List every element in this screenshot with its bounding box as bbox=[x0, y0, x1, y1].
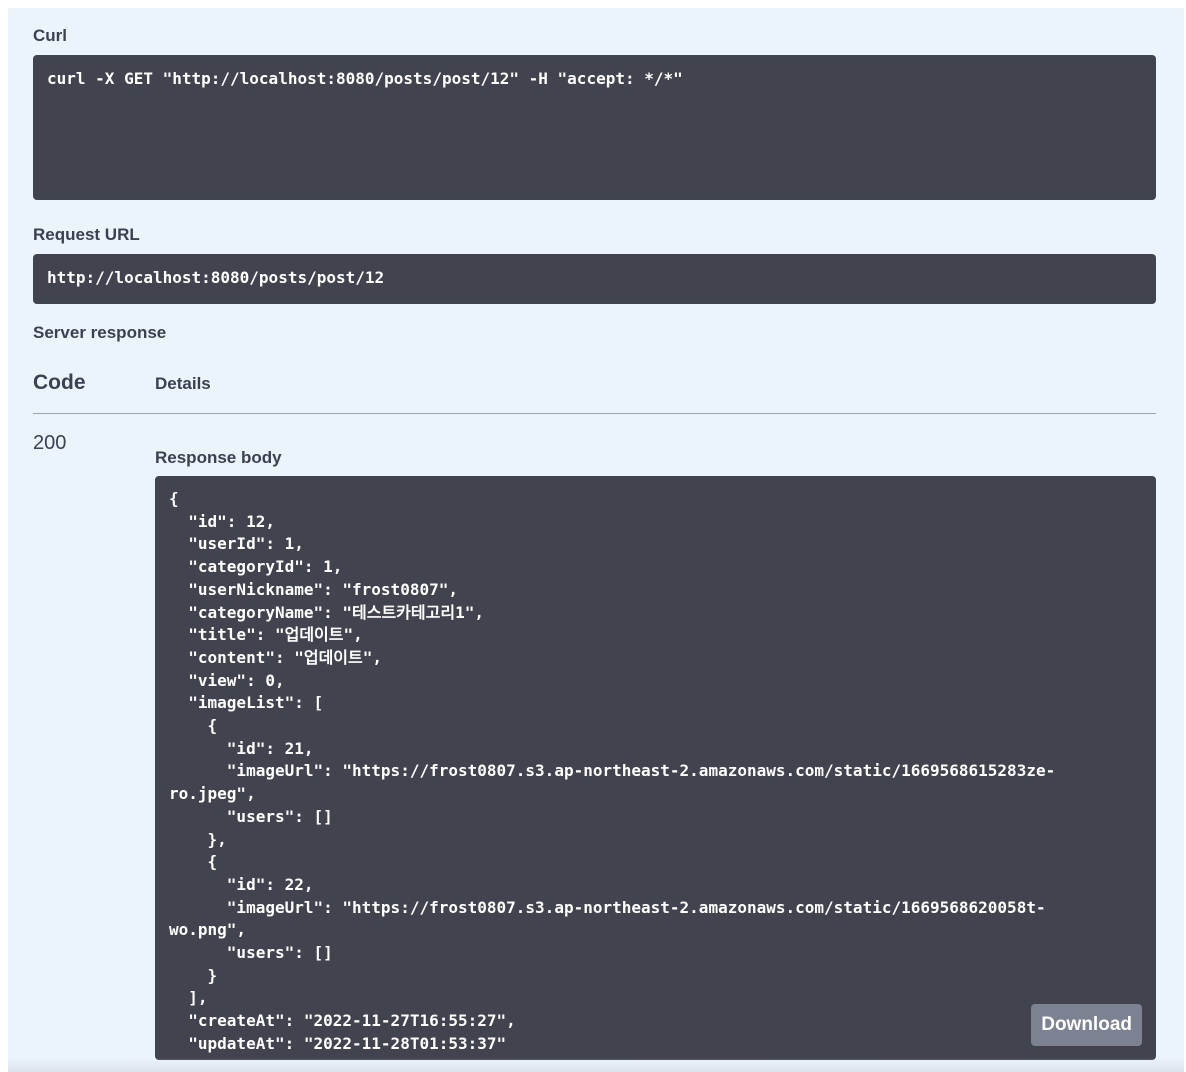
code-column-header: Code bbox=[33, 371, 86, 394]
scroll-shadow bbox=[8, 1058, 1184, 1072]
responses-panel: Curl curl -X GET "http://localhost:8080/… bbox=[8, 8, 1184, 1072]
status-code: 200 bbox=[33, 432, 67, 454]
details-column-header: Details bbox=[155, 374, 211, 393]
request-url-label: Request URL bbox=[33, 225, 140, 244]
response-body-label: Response body bbox=[155, 448, 282, 467]
curl-command-box[interactable]: curl -X GET "http://localhost:8080/posts… bbox=[33, 55, 1156, 200]
curl-label: Curl bbox=[33, 26, 67, 45]
response-body-box[interactable]: { "id": 12, "userId": 1, "categoryId": 1… bbox=[155, 476, 1156, 1060]
download-button[interactable]: Download bbox=[1031, 1004, 1142, 1046]
response-body-json[interactable]: { "id": 12, "userId": 1, "categoryId": 1… bbox=[155, 476, 1156, 1060]
server-response-label: Server response bbox=[33, 323, 167, 342]
request-url-box[interactable]: http://localhost:8080/posts/post/12 bbox=[33, 254, 1156, 304]
table-header-divider bbox=[33, 413, 1156, 414]
